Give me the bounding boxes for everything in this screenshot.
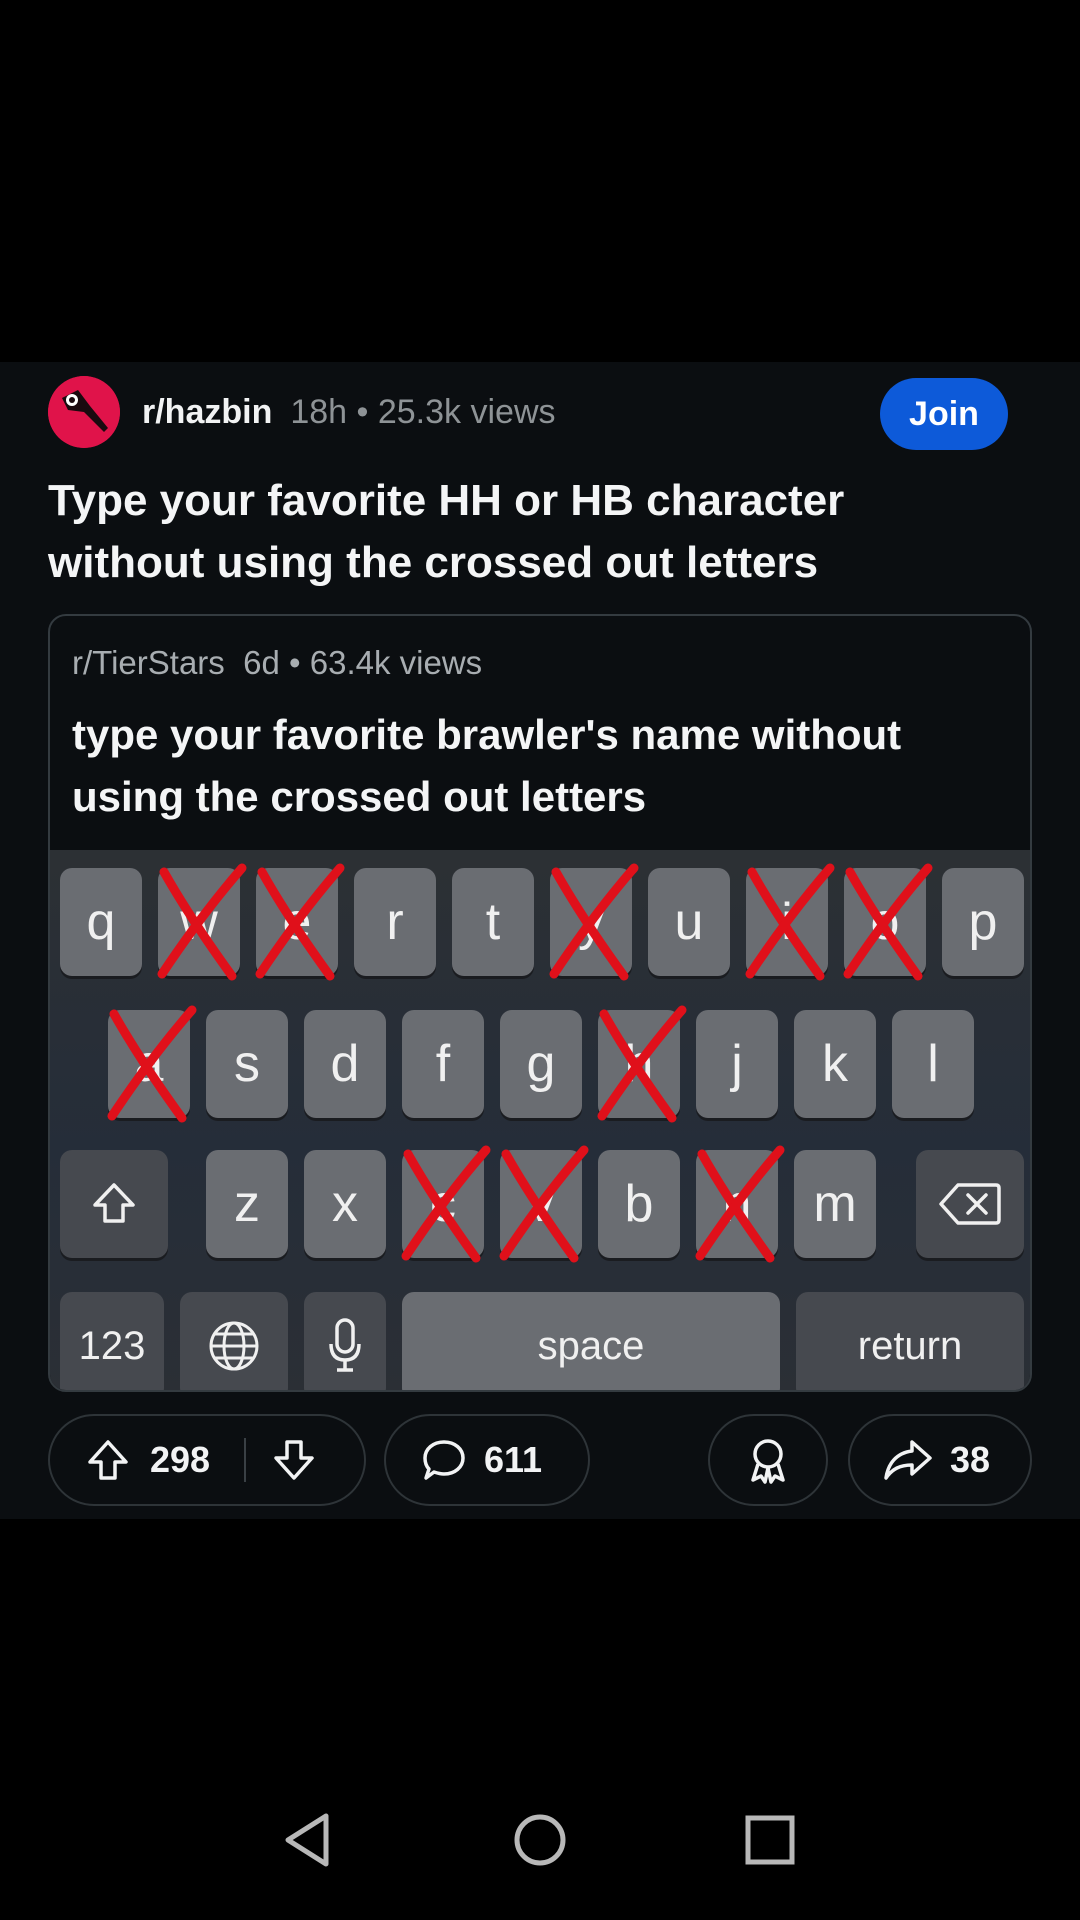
post-title[interactable]: Type your favorite HH or HB character wi…: [48, 470, 1008, 594]
shift-key: [60, 1150, 168, 1258]
key-a: a: [107, 1005, 197, 1123]
numbers-key: 123: [60, 1292, 164, 1390]
key-label: t: [485, 893, 501, 951]
embedded-post-meta: r/TierStars 6d • 63.4k views: [72, 644, 482, 682]
embedded-post[interactable]: r/TierStars 6d • 63.4k views type your f…: [48, 614, 1032, 1392]
action-bar: 298 611 38: [48, 1414, 1032, 1510]
embedded-meta: 6d • 63.4k views: [243, 644, 483, 681]
back-icon[interactable]: [278, 1810, 338, 1870]
home-icon[interactable]: [510, 1810, 570, 1870]
shift-arrow-icon: [93, 1183, 135, 1223]
backspace-icon: [939, 1183, 1001, 1225]
post-header: r/hazbin 18h • 25.3k views Join: [48, 374, 1032, 450]
key-label: p: [968, 893, 998, 951]
key-m: m: [794, 1150, 876, 1258]
key-r: r: [354, 868, 436, 976]
key-label: w: [180, 893, 218, 951]
share-count: 38: [950, 1439, 991, 1480]
downvote-icon[interactable]: [270, 1436, 318, 1484]
subreddit-logo-icon: [48, 376, 120, 448]
microphone-icon: [329, 1318, 361, 1372]
backspace-key: [916, 1150, 1024, 1258]
key-q: q: [60, 868, 142, 976]
key-label: k: [822, 1035, 848, 1093]
key-b: b: [598, 1150, 680, 1258]
key-label: a: [134, 1035, 164, 1093]
key-label: e: [282, 893, 312, 951]
share-button[interactable]: 38: [848, 1414, 1032, 1506]
globe-icon: [209, 1321, 259, 1371]
key-label: l: [927, 1035, 939, 1093]
space-key: space: [402, 1292, 780, 1390]
key-l: l: [892, 1010, 974, 1118]
key-y: y: [549, 863, 639, 981]
upvote-icon[interactable]: [84, 1436, 132, 1484]
key-c: c: [401, 1145, 491, 1263]
key-p: p: [942, 868, 1024, 976]
key-label: u: [674, 893, 704, 951]
key-j: j: [696, 1010, 778, 1118]
share-icon: [884, 1440, 932, 1480]
award-button[interactable]: [708, 1414, 828, 1506]
key-label: d: [330, 1035, 360, 1093]
award-icon: [751, 1439, 785, 1484]
keyboard-image: 123 space return q w e r t y u i o p a s d …: [50, 850, 1030, 1390]
vote-divider: [244, 1438, 247, 1482]
key-label: o: [870, 893, 900, 951]
key-label: m: [813, 1175, 857, 1233]
comment-count: 611: [484, 1439, 543, 1480]
comment-icon: [423, 1440, 465, 1480]
recents-icon[interactable]: [740, 1810, 800, 1870]
key-label: r: [386, 893, 404, 951]
system-navigation-bar: [0, 1810, 1080, 1920]
subreddit-name[interactable]: r/hazbin: [142, 393, 272, 432]
key-o: o: [843, 863, 933, 981]
key-u: u: [648, 868, 730, 976]
key-k: k: [794, 1010, 876, 1118]
key-i: i: [745, 863, 835, 981]
key-e: e: [255, 863, 345, 981]
key-label: v: [528, 1175, 554, 1233]
key-label: x: [332, 1175, 358, 1233]
key-label: n: [722, 1175, 752, 1233]
subreddit-avatar[interactable]: [48, 376, 120, 448]
key-label: f: [435, 1035, 451, 1093]
key-g: g: [500, 1010, 582, 1118]
key-label: h: [624, 1035, 654, 1093]
key-w: w: [157, 863, 247, 981]
key-label: g: [526, 1035, 556, 1093]
join-button[interactable]: Join: [880, 378, 1008, 450]
vote-pill: 298: [48, 1414, 366, 1506]
key-s: s: [206, 1010, 288, 1118]
key-label: c: [430, 1175, 456, 1233]
key-n: n: [695, 1145, 785, 1263]
embedded-subreddit: r/TierStars: [72, 644, 225, 681]
key-h: h: [597, 1005, 687, 1123]
post-card: r/hazbin 18h • 25.3k views Join Type you…: [0, 362, 1080, 1519]
key-z: z: [206, 1150, 288, 1258]
comments-button[interactable]: 611: [384, 1414, 590, 1506]
globe-key: [180, 1292, 288, 1390]
key-label: i: [781, 893, 793, 951]
key-label: z: [234, 1175, 260, 1233]
key-f: f: [402, 1010, 484, 1118]
embedded-post-title: type your favorite brawler's name withou…: [72, 711, 902, 820]
return-key: return: [796, 1292, 1024, 1390]
mic-key: [304, 1292, 386, 1390]
key-label: b: [624, 1175, 654, 1233]
key-label: q: [86, 893, 116, 951]
key-label: s: [234, 1035, 260, 1093]
key-label: j: [731, 1035, 743, 1093]
key-label: y: [578, 893, 604, 951]
key-v: v: [499, 1145, 589, 1263]
key-d: d: [304, 1010, 386, 1118]
key-x: x: [304, 1150, 386, 1258]
post-meta: 18h • 25.3k views: [290, 392, 556, 431]
upvote-count: 298: [150, 1439, 211, 1480]
key-t: t: [452, 868, 534, 976]
